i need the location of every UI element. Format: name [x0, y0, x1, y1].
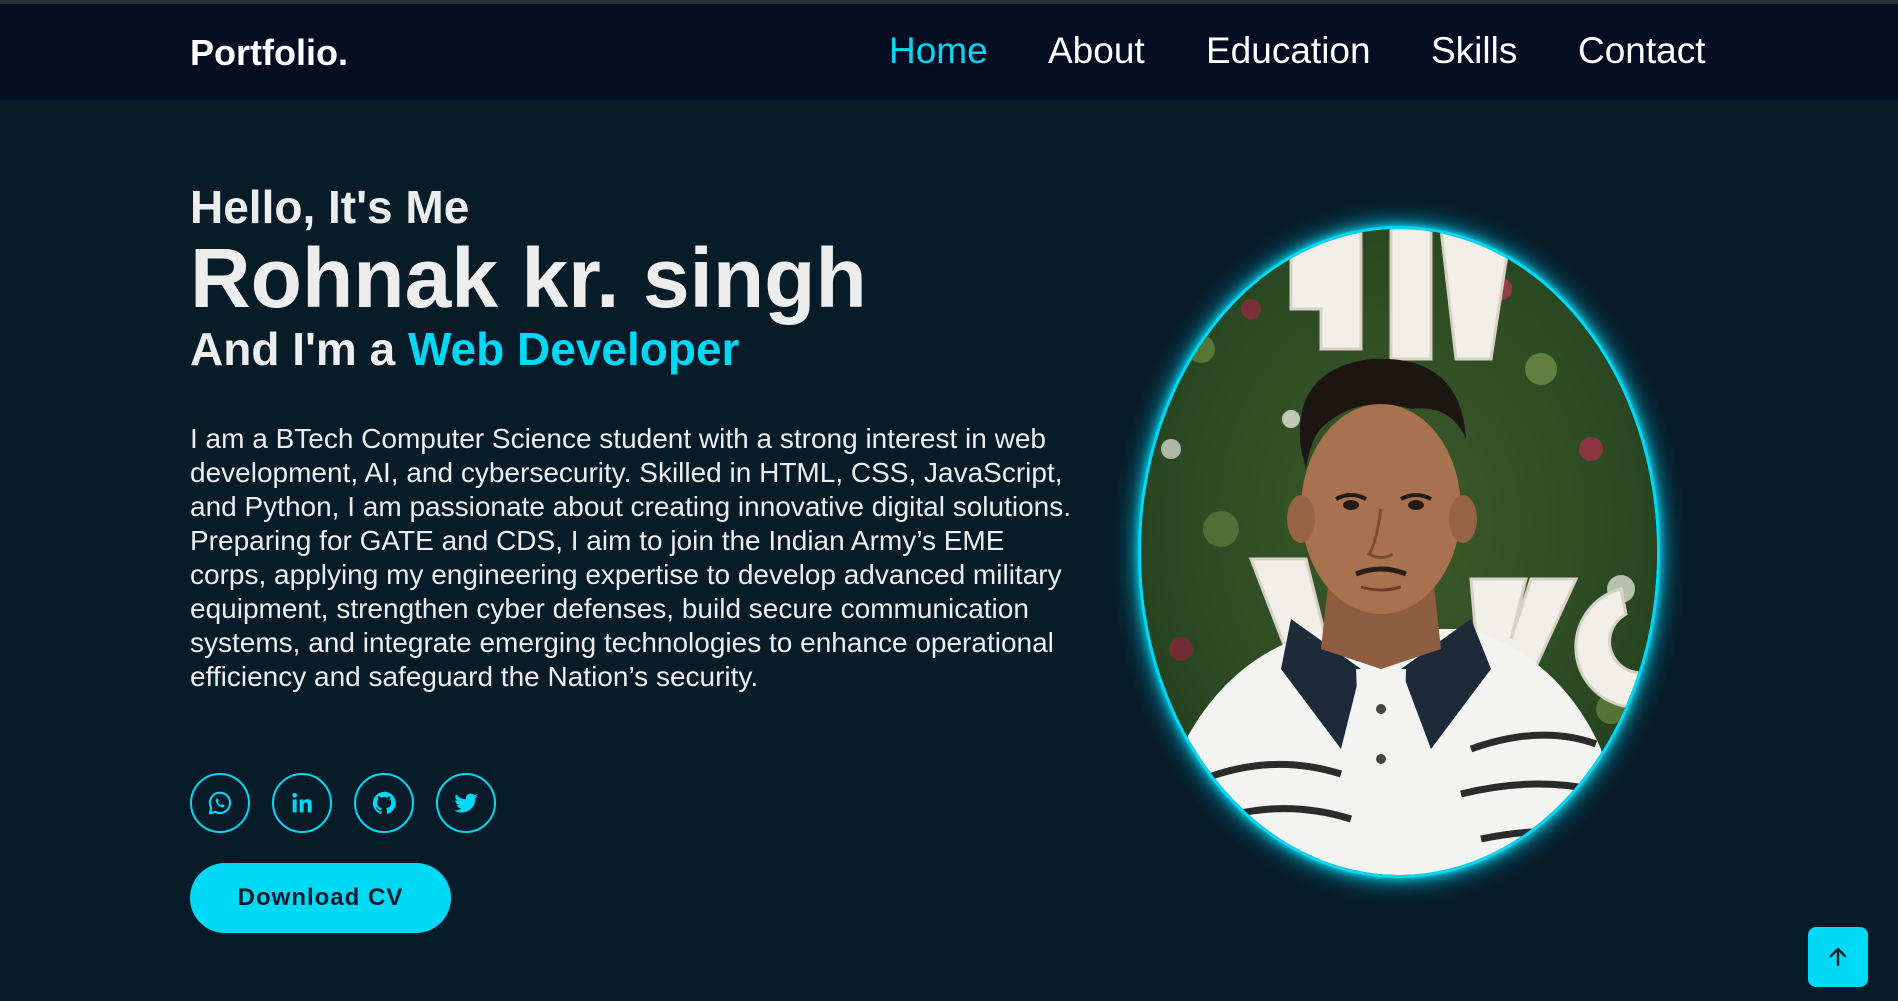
twitter-link[interactable] [436, 773, 496, 833]
site-header: Portfolio. Home About Education Skills C… [0, 4, 1898, 100]
bio-paragraph: I am a BTech Computer Science student wi… [190, 423, 1072, 692]
linkedin-icon [292, 792, 312, 813]
scroll-top-button[interactable] [1808, 927, 1868, 987]
role-text: Web Developer [407, 323, 740, 375]
nav-home[interactable]: Home [889, 30, 988, 72]
nav-education[interactable]: Education [1206, 30, 1371, 72]
download-cv-button[interactable]: Download CV [190, 863, 451, 933]
twitter-icon [454, 793, 478, 813]
portrait-image [1141, 229, 1657, 875]
role-heading: And I'm a Web Developer [190, 322, 739, 376]
arrow-up-icon [1829, 947, 1847, 967]
github-link[interactable] [354, 773, 414, 833]
logo[interactable]: Portfolio. [190, 32, 348, 74]
hero-name: Rohnak kr. singh [190, 231, 867, 325]
nav-contact[interactable]: Contact [1578, 30, 1706, 72]
nav-skills[interactable]: Skills [1431, 30, 1517, 72]
nav-about[interactable]: About [1048, 30, 1145, 72]
profile-photo [1138, 226, 1660, 878]
linkedin-link[interactable] [272, 773, 332, 833]
greeting: Hello, It's Me [190, 181, 470, 233]
role-prefix: And I'm a [190, 323, 408, 375]
whatsapp-link[interactable] [190, 773, 250, 833]
github-icon [372, 791, 396, 814]
whatsapp-icon [208, 791, 232, 815]
